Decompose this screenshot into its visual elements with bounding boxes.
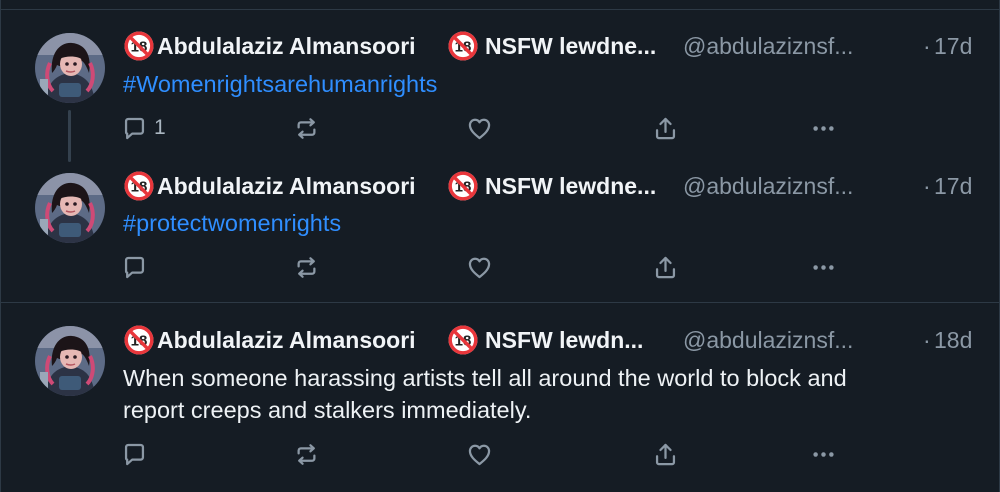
post-header: Abdulalaziz Almansoori NSFW lewdne... @a… <box>123 30 975 64</box>
repost-button[interactable] <box>293 111 320 145</box>
avatar[interactable] <box>35 326 105 396</box>
more-options-button[interactable] <box>810 111 837 145</box>
more-options-button[interactable] <box>810 437 837 471</box>
repost-button[interactable] <box>293 437 320 471</box>
reply-count: 1 <box>154 116 166 139</box>
adult-content-badge-icon <box>447 170 479 202</box>
author-name[interactable]: Abdulalaziz Almansoori <box>157 172 416 200</box>
author-name[interactable]: Abdulalaziz Almansoori <box>157 32 416 60</box>
post-time[interactable]: 18d <box>934 326 972 354</box>
thread-connector-line <box>68 110 71 162</box>
reply-button[interactable] <box>121 250 148 284</box>
like-icon <box>466 254 493 281</box>
hashtag-link[interactable]: #protectwomenrights <box>123 207 973 239</box>
post-divider <box>1 302 1000 303</box>
adult-content-badge-icon <box>123 324 155 356</box>
author-display-extra[interactable]: NSFW lewdne... <box>485 172 656 200</box>
reply-icon <box>121 115 148 142</box>
post-text-line: report creeps and stalkers immediately. <box>123 397 532 423</box>
share-icon <box>652 115 679 142</box>
reply-button[interactable]: 1 <box>121 111 166 145</box>
separator-dot: · <box>923 173 931 199</box>
separator-dot: · <box>923 33 931 59</box>
like-button[interactable] <box>466 250 493 284</box>
repost-button[interactable] <box>293 250 320 284</box>
reply-button[interactable] <box>121 437 148 471</box>
avatar[interactable] <box>35 33 105 103</box>
post-actions: 1 <box>1 111 1000 145</box>
like-icon <box>466 441 493 468</box>
post-time[interactable]: 17d <box>934 172 972 200</box>
post-header: Abdulalaziz Almansoori NSFW lewdne... @a… <box>123 170 975 204</box>
more-options-button[interactable] <box>810 250 837 284</box>
post-time[interactable]: 17d <box>934 32 972 60</box>
like-button[interactable] <box>466 437 493 471</box>
top-divider <box>1 9 1000 10</box>
more-icon <box>810 441 837 468</box>
hashtag-link[interactable]: #Womenrightsarehumanrights <box>123 68 973 100</box>
author-handle[interactable]: @abdulaziznsf... <box>683 172 853 200</box>
more-icon <box>810 254 837 281</box>
adult-content-badge-icon <box>447 324 479 356</box>
author-handle[interactable]: @abdulaziznsf... <box>683 326 853 354</box>
author-handle[interactable]: @abdulaziznsf... <box>683 32 853 60</box>
repost-icon <box>293 254 320 281</box>
feed-frame: Abdulalaziz Almansoori NSFW lewdne... @a… <box>0 0 1000 492</box>
author-display-extra[interactable]: NSFW lewdn... <box>485 326 643 354</box>
post-actions <box>1 250 1000 284</box>
share-button[interactable] <box>652 437 679 471</box>
separator-dot: · <box>923 327 931 353</box>
author-name[interactable]: Abdulalaziz Almansoori <box>157 326 416 354</box>
repost-icon <box>293 441 320 468</box>
avatar[interactable] <box>35 173 105 243</box>
share-button[interactable] <box>652 250 679 284</box>
like-icon <box>466 115 493 142</box>
post-text: When someone harassing artists tell all … <box>123 362 973 426</box>
share-icon <box>652 441 679 468</box>
adult-content-badge-icon <box>123 170 155 202</box>
reply-icon <box>121 441 148 468</box>
author-display-extra[interactable]: NSFW lewdne... <box>485 32 656 60</box>
post-text-line: When someone harassing artists tell all … <box>123 365 847 391</box>
repost-icon <box>293 115 320 142</box>
post-header: Abdulalaziz Almansoori NSFW lewdn... @ab… <box>123 324 975 358</box>
like-button[interactable] <box>466 111 493 145</box>
share-icon <box>652 254 679 281</box>
reply-icon <box>121 254 148 281</box>
share-button[interactable] <box>652 111 679 145</box>
adult-content-badge-icon <box>447 30 479 62</box>
adult-content-badge-icon <box>123 30 155 62</box>
more-icon <box>810 115 837 142</box>
post-actions <box>1 437 1000 471</box>
